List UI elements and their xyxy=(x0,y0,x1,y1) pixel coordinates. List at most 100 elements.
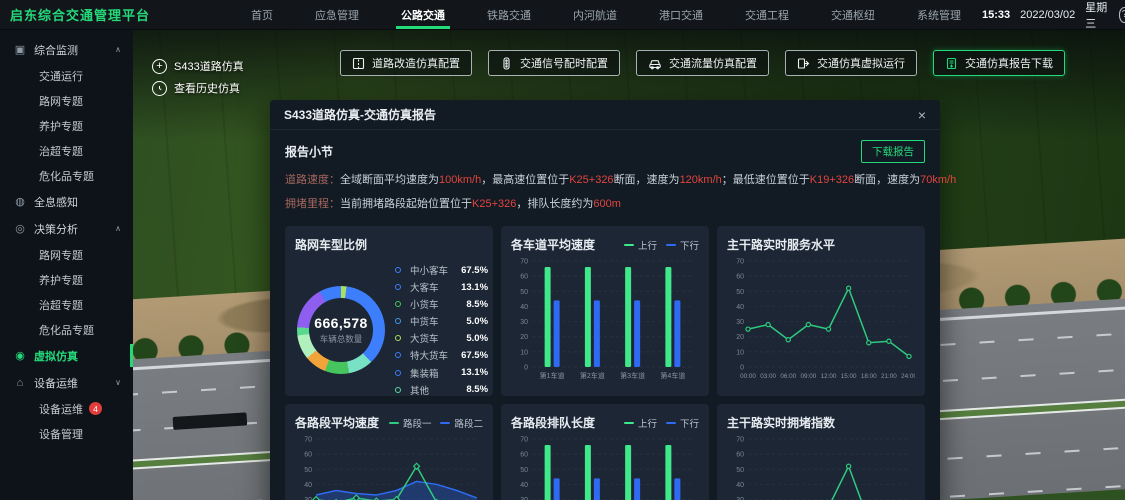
report-summary-text: 道路速度：全域断面平均速度为100km/h，最高速位置位于K25+326断面，速… xyxy=(285,168,925,216)
chevron-up-icon: ∧ xyxy=(115,45,121,54)
chevron-down-icon: ∨ xyxy=(115,378,121,387)
top-nav: 启东综合交通管理平台 首页应急管理公路交通铁路交通内河航道港口交通交通工程交通枢… xyxy=(0,0,1125,30)
pie-legend-row[interactable]: 中货车5.0%2 xyxy=(395,314,493,328)
sidebar-item-9[interactable]: 路网专题 xyxy=(0,242,133,267)
legend-item[interactable]: 下行 xyxy=(666,238,699,252)
svg-text:18:00: 18:00 xyxy=(861,373,877,380)
chart-grid: 路网车型比例666,578车辆总数量中小客车67.5%65大客车13.1%30小… xyxy=(285,226,925,500)
pie-legend-row[interactable]: 集装箱13.1%30 xyxy=(395,366,493,380)
svg-text:70: 70 xyxy=(304,437,312,444)
sidebar-item-5[interactable]: 治超专题 xyxy=(0,138,133,163)
help-icon[interactable]: ? xyxy=(1119,7,1125,23)
nav-tab-5[interactable]: 内河航道 xyxy=(552,0,638,29)
nav-tab-9[interactable]: 系统管理 xyxy=(896,0,982,29)
legend-count: 2 xyxy=(492,316,493,327)
svg-text:50: 50 xyxy=(736,467,744,474)
report-text: ，最高速位置位于 xyxy=(481,174,569,186)
highlight-value: K19+326 xyxy=(810,174,854,186)
report-line-2: 拥堵里程：当前拥堵路段起始位置位于K25+326，排队长度约为600m xyxy=(285,192,925,216)
chart-plot: 010203040506070 xyxy=(295,433,483,500)
chart-card-header: 各路段平均速度路段一路段二 xyxy=(295,414,483,431)
pie-legend-row[interactable]: 特大货车67.5%65 xyxy=(395,348,493,362)
svg-text:60: 60 xyxy=(736,452,744,459)
pie-legend-row[interactable]: 其他8.5%20 xyxy=(395,383,493,396)
close-icon[interactable]: × xyxy=(918,108,926,122)
sidebar-item-16[interactable]: 设备管理 xyxy=(0,421,133,446)
sidebar-item-label: 交通运行 xyxy=(39,68,83,84)
report-download-button[interactable]: 交通仿真报告下载 xyxy=(933,50,1065,76)
nav-tab-4[interactable]: 铁路交通 xyxy=(466,0,552,29)
analysis-icon: ◎ xyxy=(13,222,27,235)
sidebar-item-12[interactable]: 危化品专题 xyxy=(0,317,133,342)
chevron-up-icon: ∧ xyxy=(115,224,121,233)
sidebar-item-label: 设备运维 xyxy=(39,401,83,417)
button-label: 交通信号配时配置 xyxy=(520,55,608,71)
legend-percent: 13.1% xyxy=(452,282,488,293)
sidebar-item-15[interactable]: 设备运维 4 xyxy=(0,396,133,421)
legend-name: 小货车 xyxy=(410,297,448,311)
notification-badge: 4 xyxy=(89,402,102,415)
pie-legend-row[interactable]: 大货车5.0%2 xyxy=(395,331,493,345)
legend-count: 65 xyxy=(492,265,493,276)
history-sim-button[interactable]: 查看历史仿真 xyxy=(152,80,240,96)
sidebar-item-11[interactable]: 治超专题 xyxy=(0,292,133,317)
svg-text:00:00: 00:00 xyxy=(740,373,756,380)
sim-location-button[interactable]: + S433道路仿真 xyxy=(152,58,244,74)
pie-legend-row[interactable]: 大客车13.1%30 xyxy=(395,280,493,294)
road-rebuild-icon xyxy=(352,57,365,70)
sidebar-item-8[interactable]: ◎决策分析∧ xyxy=(0,215,133,242)
svg-text:20: 20 xyxy=(736,334,744,341)
svg-text:24:00: 24:00 xyxy=(901,373,915,380)
signal-timing-icon xyxy=(500,57,513,70)
nav-tab-6[interactable]: 港口交通 xyxy=(638,0,724,29)
sidebar-item-6[interactable]: 危化品专题 xyxy=(0,163,133,188)
legend-item[interactable]: 上行 xyxy=(624,416,657,430)
button-label: 道路改造仿真配置 xyxy=(372,55,460,71)
highlight-value: 100km/h xyxy=(439,174,481,186)
pie-legend-row[interactable]: 中小客车67.5%65 xyxy=(395,263,493,277)
svg-text:0: 0 xyxy=(740,365,744,372)
chart-title: 主干路实时服务水平 xyxy=(727,236,835,253)
modal-header: S433道路仿真-交通仿真报告 × xyxy=(270,100,940,130)
sidebar-item-10[interactable]: 养护专题 xyxy=(0,267,133,292)
download-report-button[interactable]: 下载报告 xyxy=(861,140,925,163)
sidebar-item-13[interactable]: ◉虚拟仿真 xyxy=(0,342,133,369)
nav-tab-1[interactable]: 首页 xyxy=(230,0,294,29)
legend-name: 中货车 xyxy=(410,314,448,328)
svg-text:30: 30 xyxy=(520,319,528,326)
pie-legend-row[interactable]: 小货车8.5%20 xyxy=(395,297,493,311)
highlight-value: K25+326 xyxy=(472,198,516,210)
highlight-value: 120km/h xyxy=(680,174,722,186)
legend-item[interactable]: 上行 xyxy=(624,238,657,252)
traffic-flow-config-button[interactable]: 交通流量仿真配置 xyxy=(636,50,769,76)
legend-item[interactable]: 下行 xyxy=(666,416,699,430)
sidebar-item-2[interactable]: 交通运行 xyxy=(0,63,133,88)
virtual-run-button[interactable]: 交通仿真虚拟运行 xyxy=(785,50,917,76)
legend-name: 中小客车 xyxy=(410,263,448,277)
legend-percent: 8.5% xyxy=(452,299,488,310)
sidebar-item-label: 路网专题 xyxy=(39,247,83,263)
chart-title: 各路段平均速度 xyxy=(295,414,379,431)
signal-timing-config-button[interactable]: 交通信号配时配置 xyxy=(488,50,620,76)
svg-text:第1车道: 第1车道 xyxy=(540,371,565,380)
sidebar-item-14[interactable]: ⌂设备运维∨ xyxy=(0,369,133,396)
clock-date: 2022/03/02 xyxy=(1020,9,1075,21)
svg-text:50: 50 xyxy=(304,467,312,474)
legend-item[interactable]: 路段二 xyxy=(440,416,483,430)
sidebar-item-1[interactable]: ▣综合监测∧ xyxy=(0,36,133,63)
nav-tab-7[interactable]: 交通工程 xyxy=(724,0,810,29)
nav-tab-8[interactable]: 交通枢纽 xyxy=(810,0,896,29)
sidebar-item-3[interactable]: 路网专题 xyxy=(0,88,133,113)
road-rebuild-config-button[interactable]: 道路改造仿真配置 xyxy=(340,50,472,76)
nav-tab-2[interactable]: 应急管理 xyxy=(294,0,380,29)
vehicle-total-value: 666,578 xyxy=(314,315,367,331)
sidebar-item-7[interactable]: ◍全息感知 xyxy=(0,188,133,215)
nav-tab-3[interactable]: 公路交通 xyxy=(380,0,466,29)
svg-text:第4车道: 第4车道 xyxy=(660,371,685,380)
svg-text:70: 70 xyxy=(520,437,528,444)
globe-icon: ◍ xyxy=(13,195,27,208)
sidebar-item-4[interactable]: 养护专题 xyxy=(0,113,133,138)
legend-dot-icon xyxy=(395,335,401,341)
legend-item[interactable]: 路段一 xyxy=(389,416,432,430)
svg-text:10: 10 xyxy=(736,349,744,356)
